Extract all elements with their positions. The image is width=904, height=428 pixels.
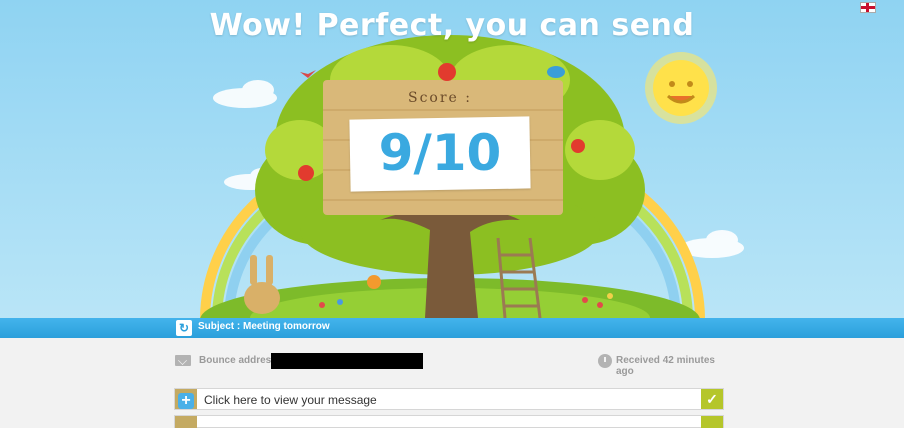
- envelope-icon: [175, 355, 191, 366]
- result-headline: Wow! Perfect, you can send: [209, 8, 695, 43]
- expand-plus-icon[interactable]: +: [175, 389, 197, 409]
- view-message-row[interactable]: + Click here to view your message ✓: [174, 388, 724, 410]
- score-label: Score :: [407, 90, 472, 106]
- expand-plus-icon[interactable]: [175, 416, 197, 428]
- message-info: Bounce address : Received 42 minutes ago: [175, 353, 725, 377]
- subject-text: Subject : Meeting tomorrow: [198, 321, 330, 332]
- view-message-label[interactable]: Click here to view your message: [204, 393, 377, 407]
- clock-icon: [598, 354, 612, 368]
- score-value: 9/10: [378, 124, 502, 182]
- next-result-row[interactable]: [174, 415, 724, 428]
- check-icon: ✓: [701, 389, 723, 409]
- subject-bar: ↻ Subject : Meeting tomorrow: [0, 318, 904, 338]
- received-time: Received 42 minutes ago: [616, 355, 715, 377]
- language-flag-icon[interactable]: [860, 2, 876, 13]
- bounce-address-redacted: [271, 353, 423, 369]
- refresh-icon[interactable]: ↻: [176, 320, 192, 336]
- score-hero: Wow! Perfect, you can send Score : 9/10: [0, 0, 904, 318]
- check-icon: [701, 416, 723, 428]
